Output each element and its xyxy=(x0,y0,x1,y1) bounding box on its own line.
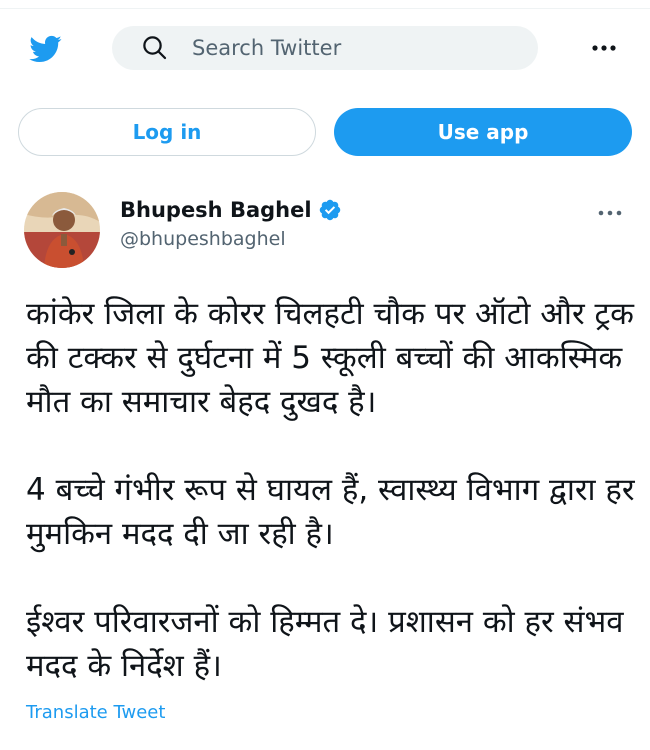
search-bar[interactable]: Search Twitter xyxy=(112,26,538,70)
tweet-text: कांकेर जिला के कोरर चिलहटी चौक पर ऑटो और… xyxy=(26,292,636,688)
tweet-author[interactable]: Bhupesh Baghel @bhupeshbaghel xyxy=(120,198,342,250)
login-button[interactable]: Log in xyxy=(18,108,316,156)
author-name: Bhupesh Baghel xyxy=(120,198,312,222)
use-app-button[interactable]: Use app xyxy=(334,108,632,156)
tweet-paragraph: ईश्वर परिवारजनों को हिम्मत दे। प्रशासन क… xyxy=(26,604,624,684)
search-placeholder: Search Twitter xyxy=(192,36,342,60)
more-dots-icon[interactable] xyxy=(589,38,619,58)
top-divider xyxy=(0,8,650,9)
verified-badge-icon xyxy=(319,199,340,221)
author-name-row: Bhupesh Baghel xyxy=(120,198,342,222)
tweet-paragraph: कांकेर जिला के कोरर चिलहटी चौक पर ऑटो और… xyxy=(26,296,634,420)
search-icon xyxy=(143,36,167,60)
tweet-paragraph: 4 बच्चे गंभीर रूप से घायल हैं, स्वास्थ्य… xyxy=(26,472,635,552)
translate-tweet-link[interactable]: Translate Tweet xyxy=(26,702,165,723)
avatar[interactable] xyxy=(24,192,100,268)
twitter-bird-icon[interactable] xyxy=(24,32,66,66)
tweet-more-icon[interactable] xyxy=(596,204,624,222)
author-handle: @bhupeshbaghel xyxy=(120,228,286,250)
